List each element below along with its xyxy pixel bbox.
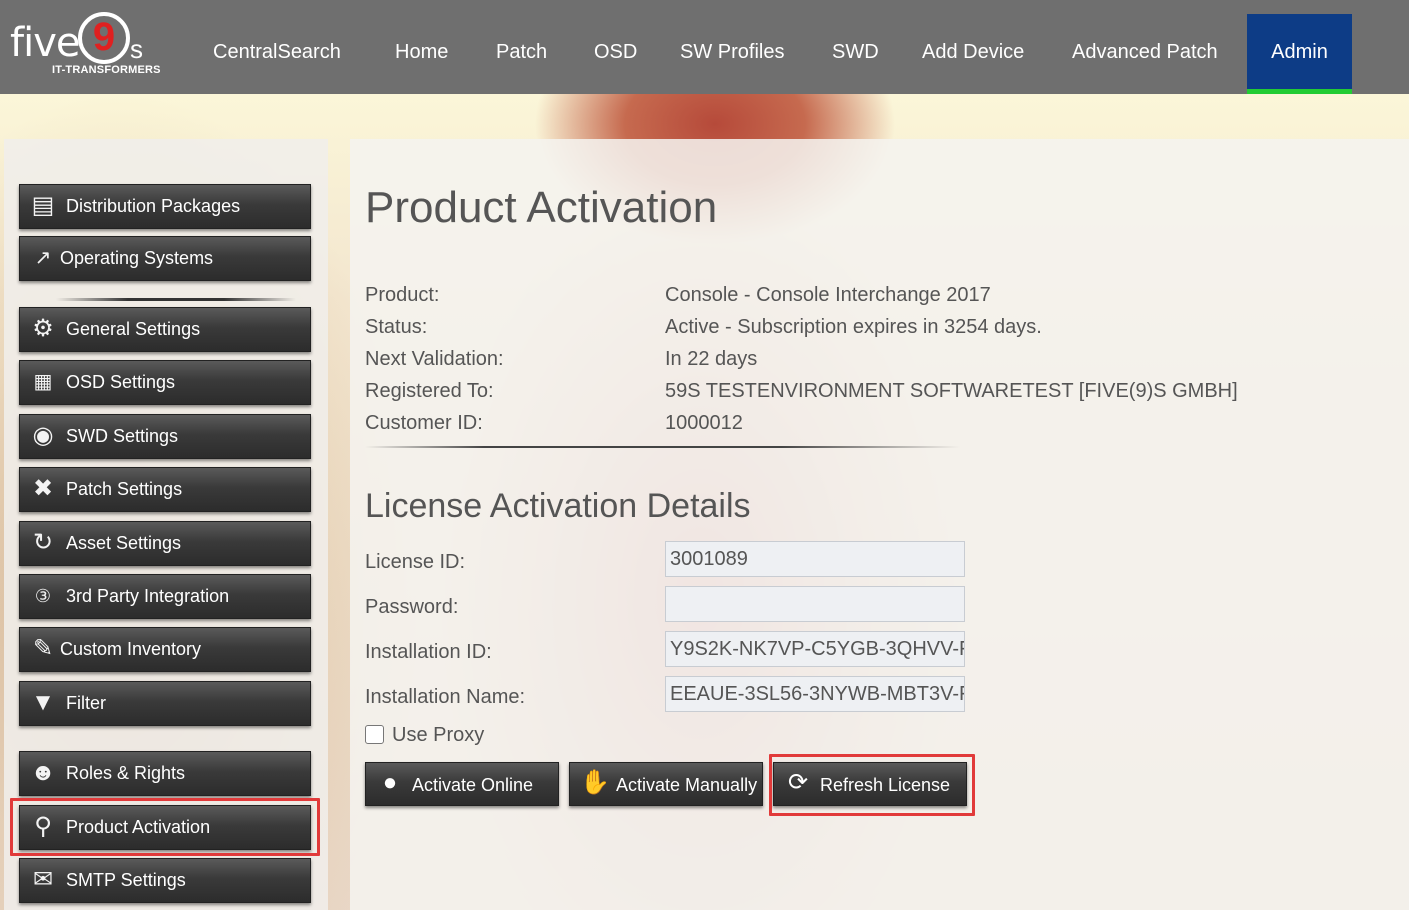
license-id-label: License ID: (365, 551, 466, 573)
sidebar-item-product-activation[interactable]: ⚲ Product Activation (19, 805, 311, 850)
sidebar-item-label: Distribution Packages (66, 196, 241, 216)
product-label: Product: (365, 284, 440, 306)
page-title: Product Activation (365, 183, 718, 232)
admin-sidebar: ▤ Distribution Packages ↗ Operating Syst… (4, 139, 328, 910)
use-proxy-label[interactable]: Use Proxy (392, 724, 484, 747)
nav-centralsearch[interactable]: CentralSearch (191, 14, 363, 94)
sidebar-item-asset-settings[interactable]: ↻ Asset Settings (19, 521, 311, 566)
software-icon: ◉ (32, 422, 54, 449)
sidebar-item-custom-inventory[interactable]: ✎ Custom Inventory (19, 627, 311, 672)
registered-to-value: 59S TESTENVIRONMENT SOFTWARETEST [FIVE(9… (665, 380, 1238, 402)
refresh-icon: ⟳ (787, 769, 809, 796)
external-link-icon: ↗ (34, 247, 52, 269)
refresh-license-label: Refresh License (820, 775, 951, 795)
sidebar-item-roles-rights[interactable]: ☻ Roles & Rights (19, 751, 311, 796)
installation-id-field[interactable]: Y9S2K-NK7VP-C5YGB-3QHVV-F (665, 631, 965, 667)
status-value: Active - Subscription expires in 3254 da… (665, 316, 1042, 338)
license-id-field[interactable]: 3001089 (665, 541, 965, 577)
sidebar-item-osd-settings[interactable]: ▦ OSD Settings (19, 360, 311, 405)
nav-osd[interactable]: OSD (572, 14, 659, 94)
sidebar-item-smtp-settings[interactable]: ✉ SMTP Settings (19, 858, 311, 903)
logo-word: five (10, 20, 80, 66)
next-validation-label: Next Validation: (365, 348, 504, 370)
sidebar-item-label: Custom Inventory (60, 639, 202, 659)
gear-icon: ⚙ (32, 315, 54, 342)
sidebar-item-operating-systems[interactable]: ↗ Operating Systems (19, 236, 311, 281)
activate-manually-button[interactable]: ✋ Activate Manually (569, 762, 763, 806)
recycle-icon: ↻ (32, 529, 54, 556)
customer-id-label: Customer ID: (365, 412, 483, 434)
hand-icon: ✋ (580, 769, 610, 796)
use-proxy-checkbox[interactable] (365, 725, 384, 744)
nav-swd[interactable]: SWD (810, 14, 901, 94)
password-field[interactable] (665, 586, 965, 622)
sidebar-item-label: Operating Systems (60, 248, 214, 268)
sidebar-item-patch-settings[interactable]: ✖ Patch Settings (19, 467, 311, 512)
users-key-icon: ☻ (30, 759, 56, 786)
product-value: Console - Console Interchange 2017 (665, 284, 991, 306)
third-party-icon: ③ (34, 586, 52, 606)
package-icon: ▤ (31, 192, 55, 219)
nav-sw-profiles[interactable]: SW Profiles (658, 14, 806, 94)
activate-manually-label: Activate Manually (616, 775, 758, 795)
logo-nine: 9 (78, 12, 130, 64)
sidebar-item-general-settings[interactable]: ⚙ General Settings (19, 307, 311, 352)
main-content: Product Activation Product: Console - Co… (350, 139, 1409, 910)
sidebar-item-label: Filter (66, 693, 106, 713)
top-nav-bar: five 9 s IT-TRANSFORMERS CentralSearch H… (0, 0, 1409, 94)
refresh-license-button[interactable]: ⟳ Refresh License (773, 762, 967, 806)
sidebar-item-label: Patch Settings (66, 479, 183, 499)
sidebar-item-label: SMTP Settings (66, 870, 186, 890)
globe-icon: ● (382, 769, 398, 796)
five9s-logo[interactable]: five 9 s IT-TRANSFORMERS (8, 10, 168, 82)
logo-s: s (130, 34, 143, 64)
status-label: Status: (365, 316, 428, 338)
customer-id-value: 1000012 (665, 412, 743, 434)
password-label: Password: (365, 596, 459, 618)
sidebar-item-filter[interactable]: ▼ Filter (19, 681, 311, 726)
sidebar-item-label: General Settings (66, 319, 201, 339)
nav-add-device[interactable]: Add Device (900, 14, 1046, 94)
activate-online-button[interactable]: ● Activate Online (365, 762, 559, 806)
sidebar-item-swd-settings[interactable]: ◉ SWD Settings (19, 414, 311, 459)
filter-icon: ▼ (31, 689, 55, 716)
section-title-license-details: License Activation Details (365, 487, 751, 525)
nav-home[interactable]: Home (373, 14, 470, 94)
installation-id-label: Installation ID: (365, 641, 492, 663)
sidebar-item-3rd-party-integration[interactable]: ③ 3rd Party Integration (19, 574, 311, 619)
section-divider (365, 446, 960, 448)
sidebar-item-label: SWD Settings (66, 426, 179, 446)
registered-to-label: Registered To: (365, 380, 494, 402)
sidebar-item-label: Product Activation (66, 817, 211, 837)
sidebar-item-label: 3rd Party Integration (66, 586, 230, 606)
bandage-icon: ✖ (32, 475, 54, 502)
installation-name-label: Installation Name: (365, 686, 526, 708)
installation-name-field[interactable]: EEAUE-3SL56-3NYWB-MBT3V-F (665, 676, 965, 712)
activate-online-label: Activate Online (412, 775, 534, 795)
nav-patch[interactable]: Patch (474, 14, 569, 94)
sidebar-divider (56, 298, 296, 301)
key-icon: ⚲ (34, 813, 52, 840)
nav-admin[interactable]: Admin (1247, 14, 1352, 94)
nav-advanced-patch[interactable]: Advanced Patch (1050, 14, 1240, 94)
sidebar-item-distribution-packages[interactable]: ▤ Distribution Packages (19, 184, 311, 229)
windows-icon: ▦ (33, 371, 53, 393)
pencil-icon: ✎ (32, 635, 54, 662)
next-validation-value: In 22 days (665, 348, 758, 370)
sidebar-item-label: Asset Settings (66, 533, 182, 553)
logo-tagline: IT-TRANSFORMERS (52, 64, 161, 76)
sidebar-item-label: Roles & Rights (66, 763, 186, 783)
envelope-icon: ✉ (32, 866, 54, 893)
sidebar-item-label: OSD Settings (66, 372, 176, 392)
